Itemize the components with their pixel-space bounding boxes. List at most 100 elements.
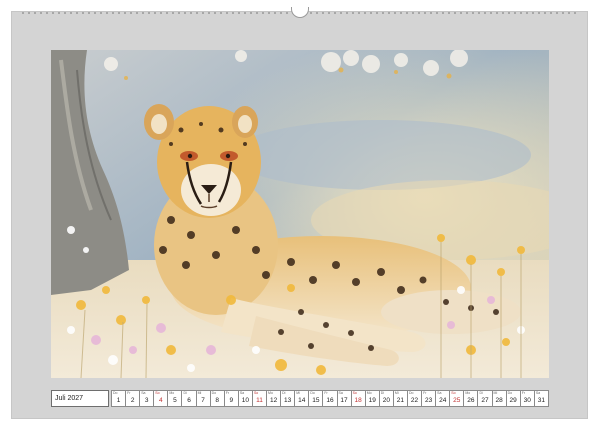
weekday-label: Mi	[197, 391, 202, 395]
weekday-label: Do	[408, 391, 414, 395]
weekday-label: Mi	[394, 391, 399, 395]
day-cell: Di 13	[280, 390, 295, 407]
weekday-label: Mi	[296, 391, 300, 395]
day-number: 30	[523, 397, 531, 404]
day-number: 25	[453, 397, 461, 404]
day-number: 24	[439, 397, 447, 404]
day-cell: Di 6	[181, 390, 196, 407]
day-cell: Sa 17	[336, 390, 351, 407]
day-cell: Di 27	[477, 390, 492, 407]
day-number: 13	[284, 397, 292, 404]
weekday-label: Sa	[437, 391, 442, 395]
day-cell: Mi 7	[195, 390, 210, 407]
day-number: 9	[229, 397, 234, 404]
weekday-label: Sa	[239, 391, 245, 395]
day-number: 7	[201, 397, 205, 404]
day-cell: Do 15	[308, 390, 323, 407]
day-number: 21	[396, 397, 405, 404]
weekday-label: Sa	[141, 391, 146, 395]
day-number: 16	[326, 397, 334, 404]
weekday-label: Sa	[338, 391, 343, 395]
day-number: 18	[354, 397, 362, 404]
day-cell: Do 22	[406, 390, 422, 407]
day-number: 23	[424, 397, 433, 404]
day-cell: Mo 5	[167, 390, 182, 407]
day-number: 1	[116, 397, 121, 404]
day-cell: Mi 28	[491, 390, 506, 407]
weekday-label: Do	[211, 391, 217, 395]
day-number: 11	[256, 397, 263, 404]
hanger-hook	[291, 7, 309, 18]
day-number: 3	[144, 397, 149, 404]
day-cell: Fr 2	[125, 390, 140, 407]
weekday-label: Mo	[465, 391, 471, 395]
day-cell: Do 29	[505, 390, 520, 407]
day-cell: Fr 30	[519, 390, 534, 407]
weekday-label: Fr	[127, 391, 131, 395]
cheetah-painting	[51, 50, 549, 378]
day-number: 26	[467, 397, 475, 404]
day-cell: Mi 21	[392, 390, 407, 407]
cheetah-artwork	[51, 50, 549, 378]
month-label: Juli 2027	[51, 390, 109, 407]
weekday-label: So	[352, 391, 357, 395]
day-number: 20	[382, 397, 390, 404]
weekday-label: Fr	[423, 391, 427, 395]
day-number: 12	[269, 397, 278, 404]
weekday-label: Do	[507, 391, 513, 395]
weekday-label: So	[451, 391, 456, 395]
day-number: 22	[410, 397, 419, 404]
weekday-label: So	[253, 391, 259, 395]
weekday-label: Di	[479, 391, 483, 395]
day-cell: So 25	[449, 390, 464, 407]
calendar-strip: Juli 2027 Do 1 Fr 2 Sa 3 So 4 Mo 5 Di 6 Mi 7 Do 8 Fr 9 Sa 1…	[51, 390, 549, 407]
day-number: 2	[130, 397, 135, 404]
weekday-label: Di	[183, 391, 187, 395]
spiral-binding	[12, 7, 587, 18]
weekday-label: Mi	[493, 391, 498, 395]
weekday-label: Fr	[225, 391, 230, 395]
weekday-label: Do	[310, 391, 315, 395]
day-cell: Mo 12	[266, 390, 281, 407]
weekday-label: Di	[380, 391, 385, 395]
day-cell: Sa 10	[237, 390, 252, 407]
weekday-label: So	[155, 391, 160, 395]
day-number: 27	[481, 397, 489, 404]
weekday-label: Mo	[268, 391, 273, 395]
day-cell: Mo 19	[364, 390, 379, 407]
day-number: 6	[187, 397, 191, 404]
day-cell: Fr 9	[223, 390, 238, 407]
weekday-label: Mo	[366, 391, 372, 395]
day-cell: Do 8	[209, 390, 224, 407]
day-cell: Sa 24	[435, 390, 450, 407]
day-cell: Sa 31	[533, 390, 549, 407]
day-number: 15	[312, 397, 320, 404]
day-cell: Fr 16	[322, 390, 337, 407]
day-number: 4	[159, 397, 163, 404]
calendar-page: Juli 2027 Do 1 Fr 2 Sa 3 So 4 Mo 5 Di 6 Mi 7 Do 8 Fr 9 Sa 1…	[12, 7, 587, 418]
day-cell: Sa 3	[139, 390, 154, 407]
day-number: 17	[340, 397, 348, 404]
day-cell: So 4	[153, 390, 168, 407]
day-number: 29	[509, 397, 517, 404]
day-number: 31	[537, 397, 545, 404]
day-cell: Do 1	[111, 390, 126, 407]
day-cell: Fr 23	[421, 390, 436, 407]
weekday-label: Sa	[535, 391, 541, 395]
day-grid: Do 1 Fr 2 Sa 3 So 4 Mo 5 Di 6 Mi 7 Do 8 Fr 9 Sa 10 So 11 Mo 12 D…	[111, 390, 549, 407]
day-cell: Mi 14	[294, 390, 309, 407]
day-cell: So 18	[350, 390, 365, 407]
day-number: 5	[173, 397, 177, 404]
day-number: 28	[495, 397, 503, 404]
day-number: 19	[368, 397, 376, 404]
weekday-label: Fr	[521, 391, 526, 395]
weekday-label: Fr	[324, 391, 328, 395]
day-cell: Di 20	[378, 390, 393, 407]
day-cell: Mo 26	[463, 390, 478, 407]
day-cell: So 11	[251, 390, 267, 407]
weekday-label: Mo	[169, 391, 175, 395]
day-number: 8	[215, 397, 220, 404]
day-number: 10	[241, 397, 249, 404]
weekday-label: Do	[113, 391, 118, 395]
weekday-label: Di	[282, 391, 286, 395]
